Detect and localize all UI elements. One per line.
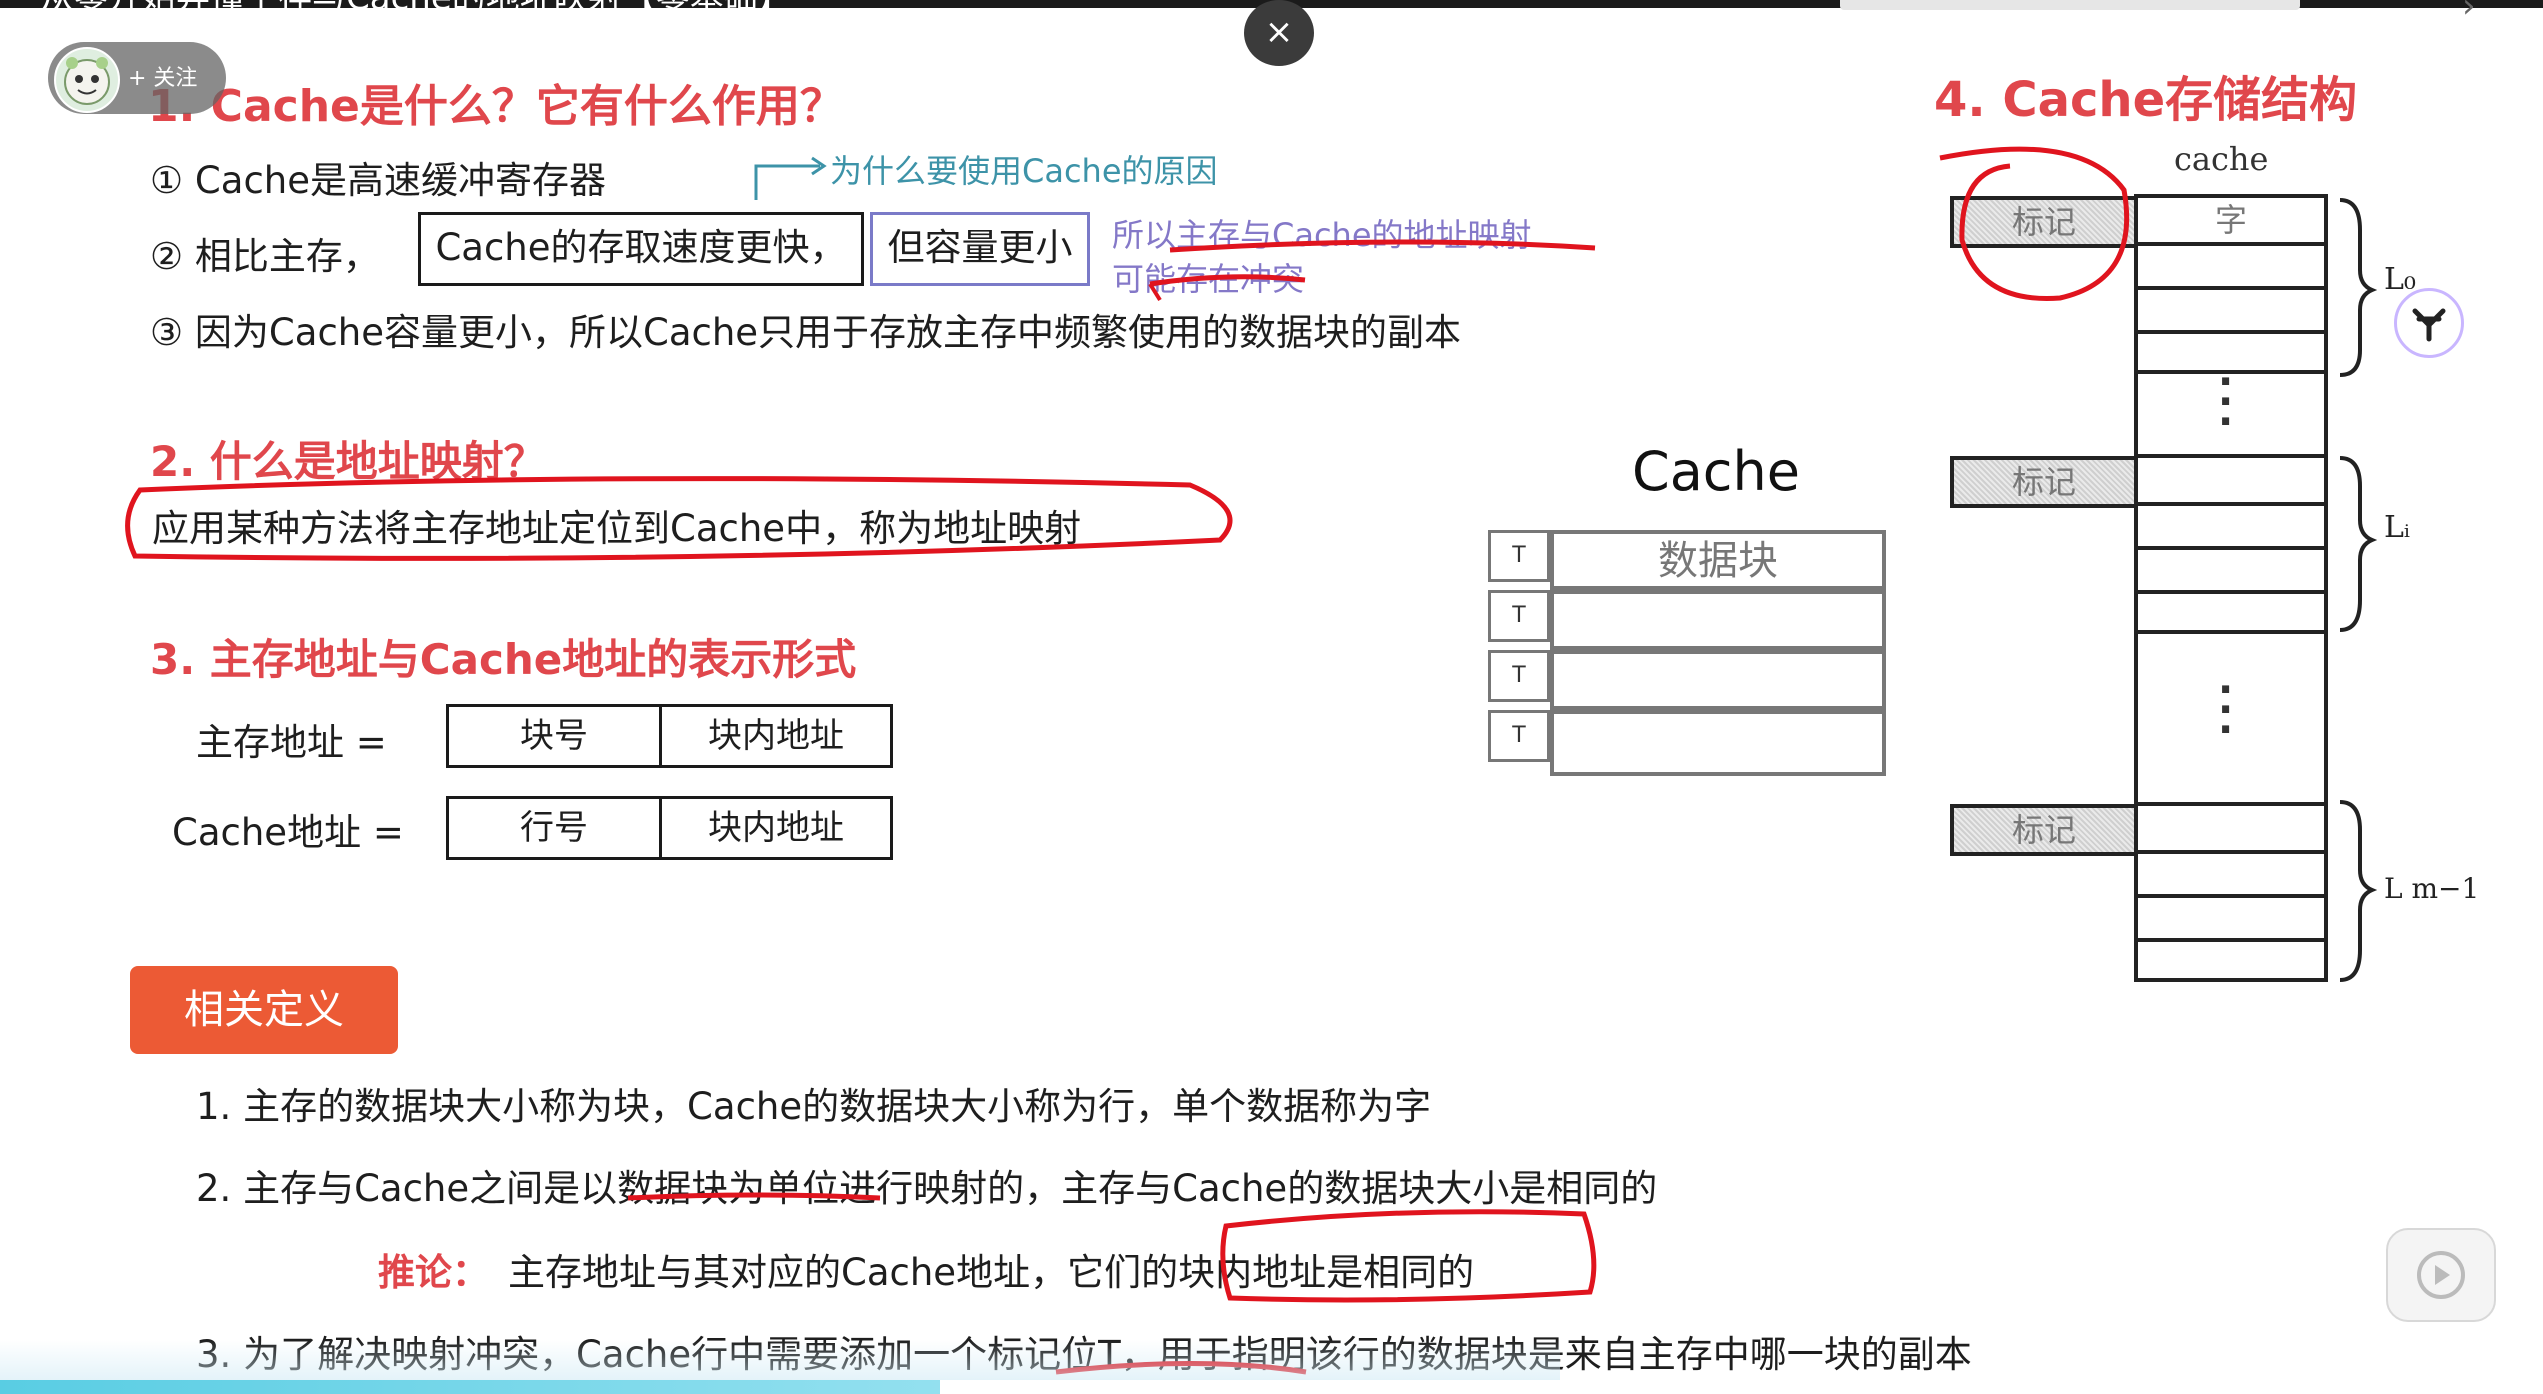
follow-label[interactable]: + 关注 <box>128 60 197 92</box>
handwritten-annotations <box>125 146 2130 1375</box>
side-tool-icon[interactable] <box>2394 288 2464 358</box>
bottom-fade <box>0 1340 1560 1380</box>
close-icon[interactable]: × <box>1244 0 1314 66</box>
avatar-icon[interactable] <box>54 47 120 113</box>
progress-bar[interactable] <box>0 1380 940 1394</box>
play-icon[interactable] <box>2386 1228 2496 1322</box>
